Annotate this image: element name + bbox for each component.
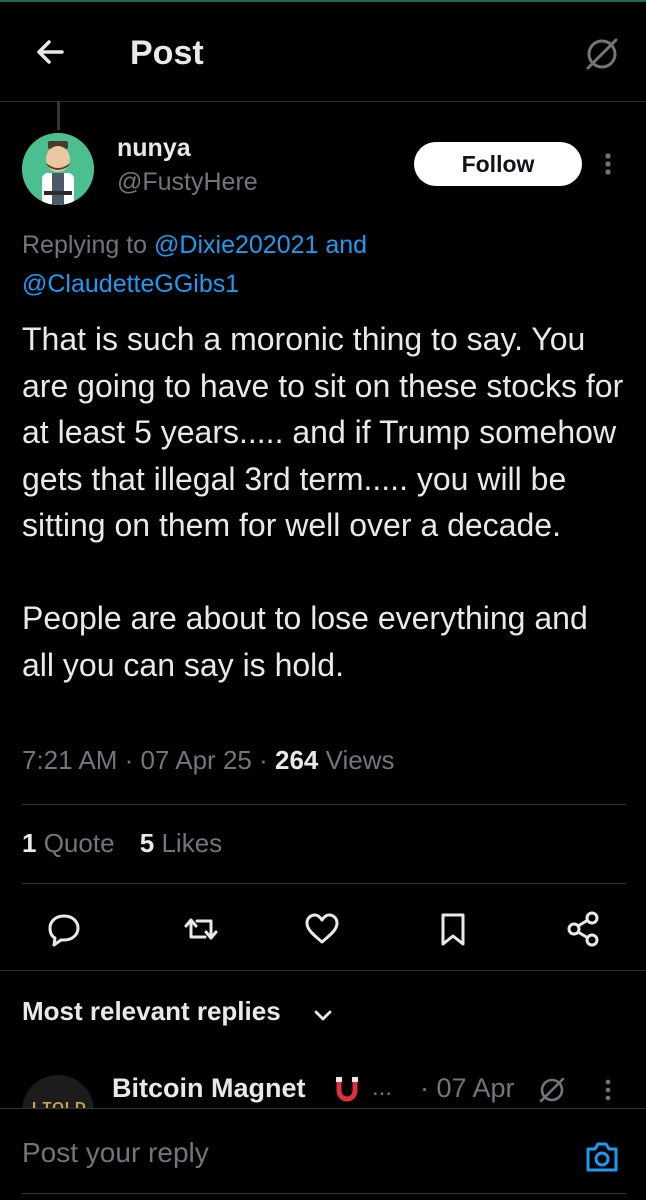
arrow-left-icon[interactable] bbox=[30, 32, 70, 72]
author-name[interactable]: nunya bbox=[117, 134, 191, 163]
mention-joiner[interactable]: and bbox=[325, 231, 367, 259]
meta-separator: · bbox=[259, 745, 268, 775]
more-options-icon[interactable] bbox=[598, 148, 618, 180]
reply-icon[interactable] bbox=[44, 909, 84, 949]
divider bbox=[0, 970, 646, 971]
grok-icon[interactable] bbox=[582, 34, 622, 74]
reply-input[interactable] bbox=[22, 1137, 562, 1169]
views-count: 264 bbox=[275, 745, 319, 775]
replying-to: Replying to @Dixie202021 and @ClaudetteG… bbox=[22, 226, 622, 304]
replies-sort-label[interactable]: Most relevant replies bbox=[22, 996, 281, 1027]
repost-icon[interactable] bbox=[181, 909, 221, 949]
top-bar: Post bbox=[0, 2, 646, 102]
mention-link-1[interactable]: @Dixie202021 bbox=[154, 231, 318, 259]
quotes-label: Quote bbox=[43, 828, 115, 858]
reply-item[interactable]: I TOLD Bitcoin Magnet ... · 07 Apr bbox=[0, 1060, 646, 1110]
likes-count: 5 bbox=[139, 828, 155, 858]
post-meta: 7:21 AM · 07 Apr 25 · 264 Views bbox=[22, 745, 395, 776]
follow-button[interactable]: Follow bbox=[414, 142, 582, 186]
reply-avatar[interactable]: I TOLD bbox=[22, 1075, 94, 1110]
composer-underline bbox=[22, 1193, 626, 1194]
post-stats: 1 Quote 5 Likes bbox=[22, 828, 240, 859]
meta-separator: · bbox=[124, 745, 134, 775]
divider bbox=[22, 883, 626, 884]
likes-stat[interactable]: 5 Likes bbox=[140, 828, 222, 858]
reply-composer bbox=[0, 1108, 646, 1200]
like-icon[interactable] bbox=[302, 909, 342, 949]
divider bbox=[22, 804, 626, 805]
likes-label: Likes bbox=[161, 828, 223, 858]
post-date[interactable]: 07 Apr 25 bbox=[141, 745, 252, 775]
reply-date[interactable]: · 07 Apr bbox=[420, 1073, 515, 1104]
reply-name-truncation: ... bbox=[372, 1074, 393, 1101]
reply-author-name[interactable]: Bitcoin Magnet bbox=[112, 1073, 306, 1104]
replying-prefix: Replying to bbox=[22, 231, 148, 259]
page-title: Post bbox=[130, 34, 204, 72]
avatar-illustration bbox=[22, 133, 94, 205]
quotes-count: 1 bbox=[22, 828, 37, 858]
post-body: That is such a moronic thing to say. You… bbox=[22, 321, 624, 683]
bookmark-icon[interactable] bbox=[433, 909, 473, 949]
quotes-stat[interactable]: 1 Quote bbox=[22, 828, 122, 858]
grok-icon[interactable] bbox=[536, 1074, 568, 1106]
chevron-down-icon[interactable] bbox=[312, 1004, 334, 1026]
mention-link-2[interactable]: @ClaudetteGGibs1 bbox=[22, 270, 239, 298]
share-icon[interactable] bbox=[563, 909, 603, 949]
post-time[interactable]: 7:21 AM bbox=[22, 745, 117, 775]
avatar[interactable] bbox=[22, 133, 94, 205]
thread-connector bbox=[57, 102, 60, 130]
more-options-icon[interactable] bbox=[600, 1076, 616, 1104]
views-label: Views bbox=[325, 745, 395, 775]
camera-icon[interactable] bbox=[582, 1137, 622, 1177]
magnet-icon bbox=[336, 1077, 358, 1102]
action-bar bbox=[0, 905, 646, 955]
author-handle[interactable]: @FustyHere bbox=[117, 168, 258, 197]
